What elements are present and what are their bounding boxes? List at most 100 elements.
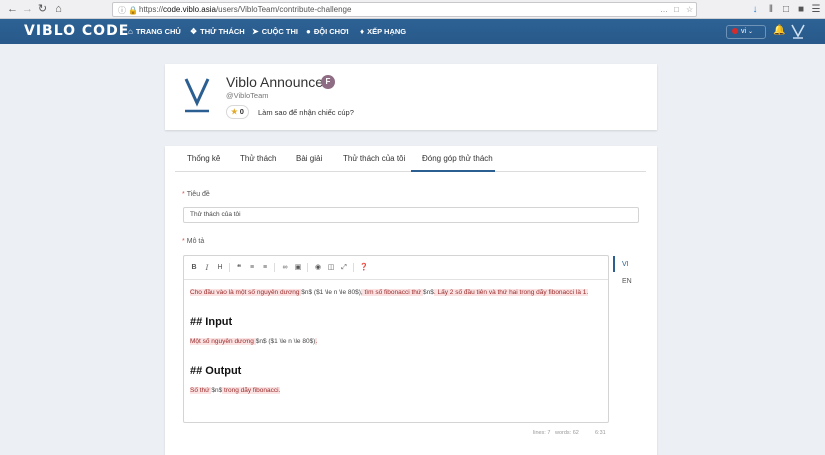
bold-icon[interactable]: B: [189, 263, 199, 273]
toolbar-divider: [307, 263, 308, 272]
rocket-icon: ➤: [252, 27, 259, 36]
quote-icon[interactable]: ❝: [234, 263, 244, 273]
viblo-v-logo-icon[interactable]: [791, 24, 805, 39]
vietnam-flag-icon: [732, 27, 738, 34]
tab-solutions[interactable]: Bài giải: [296, 154, 322, 172]
latex-run: $n$: [211, 387, 223, 394]
editor-line-count: lines: 7: [533, 430, 551, 436]
library-icon[interactable]: ‖: [764, 3, 778, 16]
italic-icon[interactable]: I: [202, 263, 212, 273]
tab-statistics[interactable]: Thống kê: [187, 154, 220, 172]
text-run: . Lấy 2 số đầu tiên và thứ hai trong dãy…: [433, 289, 589, 296]
tab-contribute-challenge[interactable]: Đóng góp thử thách: [411, 154, 495, 172]
fullscreen-icon[interactable]: ⤢: [339, 263, 349, 273]
page-actions-icon[interactable]: …: [660, 3, 668, 16]
editor-toolbar: B I H ❝ ≡ ≡ ∞ ▣ ◉ ◫ ⤢ ❓: [184, 256, 608, 280]
url-host: code.viblo.asia: [163, 5, 216, 14]
content-language-tabs: VI EN: [613, 256, 643, 296]
lock-icon: 🔒: [128, 6, 138, 15]
pocket-icon[interactable]: □: [674, 3, 679, 16]
content-heading-input: ## Input: [190, 316, 233, 328]
hamburger-menu-icon[interactable]: ☰: [809, 3, 823, 16]
cup-help-link[interactable]: Làm sao để nhận chiếc cúp?: [258, 108, 354, 117]
nav-contests[interactable]: ➤ CUỘC THI: [252, 25, 298, 38]
tab-challenges[interactable]: Thử thách: [240, 154, 276, 172]
description-label: * Mô tả: [182, 238, 204, 245]
forward-icon[interactable]: →: [21, 3, 34, 16]
bookmark-star-icon[interactable]: ☆: [686, 3, 693, 16]
address-bar[interactable]: ⓘ 🔒 https://code.viblo.asia/users/VibloT…: [112, 2, 697, 17]
nav-ranking[interactable]: ♦ XẾP HẠNG: [360, 25, 406, 38]
side-by-side-icon[interactable]: ◫: [326, 263, 336, 273]
link-icon[interactable]: ∞: [280, 263, 290, 273]
latex-run: $n$: [423, 289, 434, 296]
url-scheme: https://: [139, 5, 164, 14]
language-tab-en[interactable]: EN: [622, 278, 632, 285]
star-icon: ★: [231, 107, 238, 116]
profile-name: Viblo Announcer: [226, 74, 328, 90]
title-label: * Tiêu đề: [182, 191, 210, 198]
url-path: /users/VibloTeam/contribute-challenge: [215, 5, 352, 14]
contribute-panel: Thống kê Thử thách Bài giải Thử thách củ…: [165, 146, 657, 455]
active-language-indicator: [613, 256, 615, 272]
profile-handle: @VibloTeam: [226, 91, 269, 100]
info-icon: ⓘ: [118, 6, 126, 15]
preview-eye-icon[interactable]: ◉: [313, 263, 323, 273]
help-icon[interactable]: ❓: [359, 263, 369, 273]
language-select[interactable]: vi ⌄: [726, 25, 766, 39]
cup-count: 0: [239, 107, 244, 116]
puzzle-icon: ❖: [190, 27, 198, 36]
browser-toolbar: ← → ↻ ⌂ ⓘ 🔒 https://code.viblo.asia/user…: [0, 0, 825, 19]
latex-run: $n$ ($1 \le n \le 80$): [301, 289, 361, 296]
back-icon[interactable]: ←: [6, 3, 19, 16]
language-value: vi: [741, 28, 747, 35]
rank-badge: F: [321, 75, 335, 89]
reload-icon[interactable]: ↻: [36, 3, 49, 16]
nav-teams[interactable]: ● ĐỘI CHƠI: [306, 25, 349, 38]
nav-challenges-label: THỬ THÁCH: [200, 27, 245, 36]
extension-icon[interactable]: ■: [794, 3, 808, 16]
notification-bell-icon[interactable]: 🔔: [773, 25, 785, 36]
title-input[interactable]: Thử thách của tôi: [183, 207, 639, 223]
profile-card: Viblo Announcer F @VibloTeam ★ 0 Làm sao …: [165, 64, 657, 130]
text-run: , tìm số fibonacci thứ: [360, 289, 424, 296]
text-run: Số thứ: [190, 387, 212, 394]
nav-home[interactable]: ⌂ TRANG CHỦ: [128, 25, 181, 38]
required-mark: *: [182, 191, 185, 198]
nav-ranking-label: XẾP HẠNG: [367, 27, 407, 36]
language-tab-vi[interactable]: VI: [622, 261, 629, 268]
profile-tabs: Thống kê Thử thách Bài giải Thử thách củ…: [175, 146, 646, 172]
download-icon[interactable]: ↓: [748, 3, 762, 16]
bullet-list-icon[interactable]: ≡: [247, 263, 257, 273]
markdown-editor[interactable]: B I H ❝ ≡ ≡ ∞ ▣ ◉ ◫ ⤢ ❓ Cho đầu vào là m…: [183, 255, 609, 423]
app-header: VIBLO CODE ⌂ TRANG CHỦ ❖ THỬ THÁCH ➤ CUỘC T…: [0, 19, 825, 44]
latex-run: $n$ ($1 \le n \le 80$): [255, 338, 316, 345]
chevron-down-icon: ⌄: [748, 29, 754, 35]
content-line-input: Một số nguyên dương $n$ ($1 \le n \le 80…: [190, 338, 318, 345]
sidebar-icon[interactable]: □: [779, 3, 793, 16]
trophy-icon: ♦: [360, 27, 365, 36]
text-run: Cho đầu vào là một số nguyên dương: [190, 289, 302, 296]
team-icon: ●: [306, 27, 311, 36]
viblo-code-logo[interactable]: VIBLO CODE: [24, 23, 129, 40]
text-run: trong dãy fibonacci.: [222, 387, 281, 394]
description-label-text: Mô tả: [186, 238, 205, 245]
text-run: Một số nguyên dương: [190, 338, 256, 345]
toolbar-divider: [229, 263, 230, 272]
toolbar-divider: [274, 263, 275, 272]
home-icon[interactable]: ⌂: [52, 3, 65, 16]
text-run: .: [315, 338, 318, 345]
viblo-avatar-icon: [184, 78, 210, 113]
nav-challenges[interactable]: ❖ THỬ THÁCH: [190, 25, 245, 38]
numbered-list-icon[interactable]: ≡: [260, 263, 270, 273]
nav-home-label: TRANG CHỦ: [135, 27, 181, 36]
editor-cursor-position: 6:31: [595, 430, 606, 436]
content-heading-output: ## Output: [190, 365, 242, 377]
toolbar-divider: [353, 263, 354, 272]
tab-my-challenges[interactable]: Thử thách của tôi: [343, 154, 405, 172]
nav-teams-label: ĐỘI CHƠI: [313, 27, 349, 36]
image-icon[interactable]: ▣: [293, 263, 303, 273]
required-mark: *: [182, 238, 185, 245]
heading-icon[interactable]: H: [215, 263, 225, 273]
editor-word-count: words: 62: [555, 430, 579, 436]
